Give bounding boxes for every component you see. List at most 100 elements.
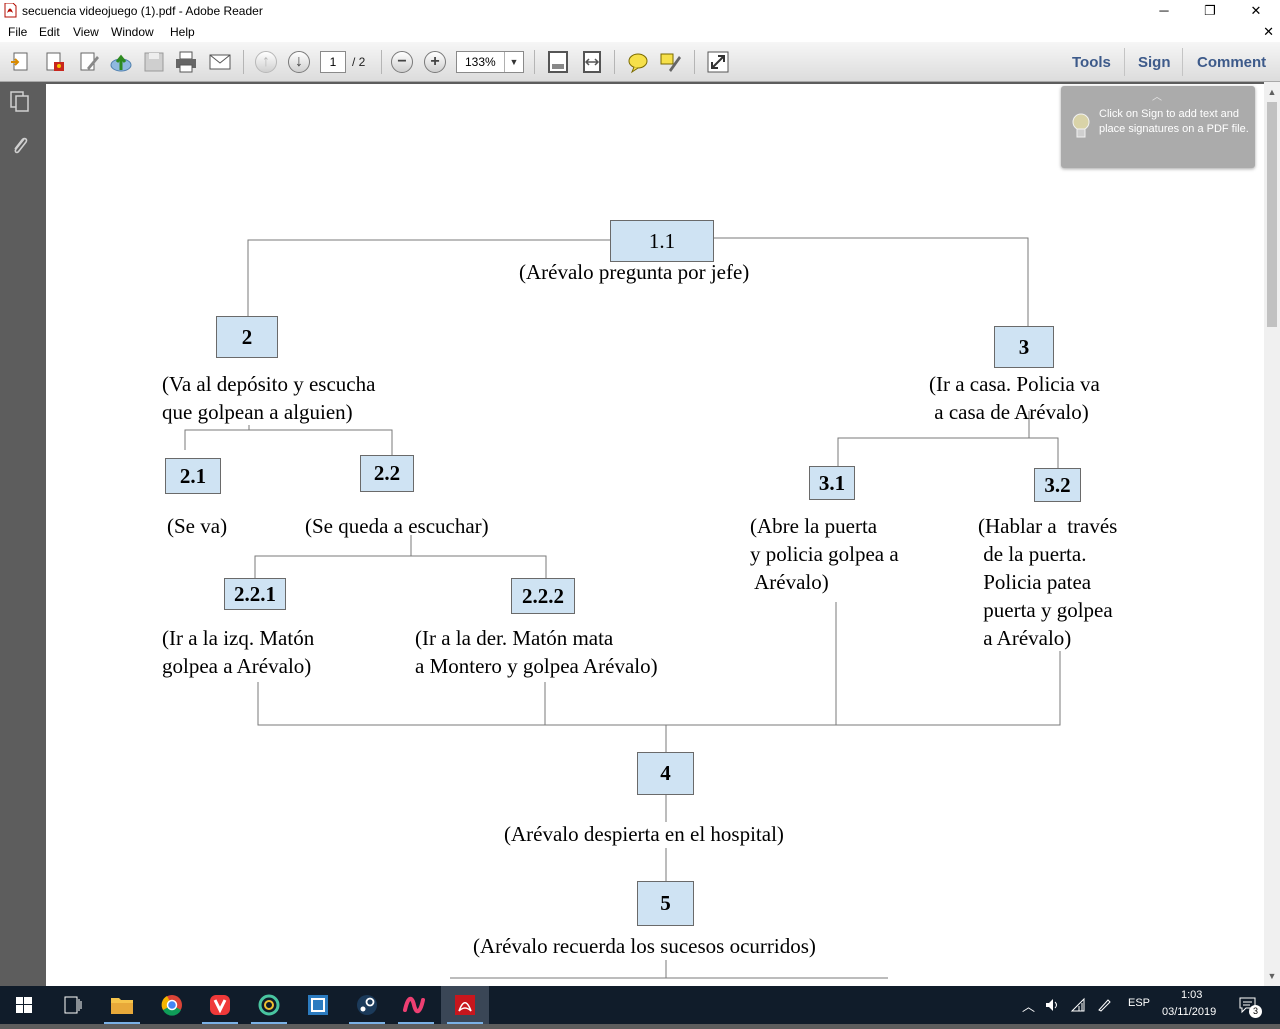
email-icon[interactable]: [208, 50, 232, 74]
connector-2.2-2.2.2: [411, 555, 547, 578]
save-icon[interactable]: [142, 50, 166, 74]
menu-edit[interactable]: Edit: [39, 25, 60, 39]
steam-icon[interactable]: [343, 986, 391, 1024]
fit-page-icon[interactable]: [546, 50, 570, 74]
notification-count-badge: 3: [1249, 1005, 1262, 1018]
fullscreen-icon[interactable]: [706, 50, 730, 74]
page-total: / 2: [352, 55, 366, 69]
wifi-icon[interactable]: [1070, 997, 1086, 1013]
node-3.1: 3.1: [809, 466, 855, 500]
toolbar: ↑ ↓ 1 / 2 − + 133% ▼ Tools Sign Comment: [0, 42, 1280, 82]
node-2: 2: [216, 316, 278, 358]
document-viewport[interactable]: 1.1 (Arévalo pregunta por jefe) 2 (Va al…: [40, 82, 1264, 986]
pdf-file-icon: [4, 3, 17, 18]
attachments-icon[interactable]: [9, 134, 31, 156]
pen-icon[interactable]: [1096, 997, 1112, 1013]
caption-2: (Va al depósito y escucha que golpean a …: [162, 372, 376, 424]
chrome-icon[interactable]: [148, 986, 196, 1024]
tools-link[interactable]: Tools: [1072, 54, 1111, 71]
connector-2-2.1: [184, 425, 250, 450]
minimize-button[interactable]: ─: [1141, 0, 1187, 22]
scrollbar-thumb[interactable]: [1267, 102, 1277, 327]
connector-3-3.2: [1029, 437, 1059, 468]
ring-app-icon[interactable]: [245, 986, 293, 1024]
node-5: 5: [637, 881, 694, 926]
previous-page-icon[interactable]: ↑: [255, 51, 277, 73]
node-1.1: 1.1: [610, 220, 714, 262]
close-button[interactable]: ✕: [1233, 0, 1279, 22]
close-document-button[interactable]: ✕: [1263, 24, 1274, 40]
menu-help[interactable]: Help: [170, 25, 195, 39]
vertical-scrollbar[interactable]: ▲ ▼: [1264, 82, 1280, 986]
clock-time[interactable]: 1:03: [1181, 989, 1202, 1001]
chevron-down-icon[interactable]: ▼: [504, 52, 523, 72]
sign-tip-popup: ︿ Click on Sign to add text and place si…: [1061, 86, 1255, 168]
upload-icon[interactable]: [109, 50, 133, 74]
comment-link[interactable]: Comment: [1197, 54, 1266, 71]
caption-3: (Ir a casa. Policia va a casa de Arévalo…: [929, 372, 1100, 424]
zoom-value: 133%: [465, 55, 496, 69]
toolbar-separator: [243, 50, 244, 74]
chevron-up-icon[interactable]: ︿: [1022, 996, 1035, 1015]
next-page-icon[interactable]: ↓: [288, 51, 310, 73]
node-2.1: 2.1: [165, 458, 221, 494]
caption-2.2.1: (Ir a la izq. Matón golpea a Arévalo): [162, 626, 315, 678]
caption-2.2.2: (Ir a la der. Matón mata a Montero y gol…: [415, 626, 658, 678]
page-number-input[interactable]: 1: [320, 51, 346, 73]
task-view-icon[interactable]: [48, 986, 96, 1024]
wave-app-icon[interactable]: [392, 986, 440, 1024]
restore-button[interactable]: ❐: [1187, 0, 1233, 22]
caption-2.2: (Se queda a escuchar): [305, 514, 489, 538]
node-2.2.2: 2.2.2: [511, 578, 575, 614]
vivaldi-icon[interactable]: [196, 986, 244, 1024]
menu-view[interactable]: View: [73, 25, 99, 39]
connector-2.2-2.2.1: [254, 535, 412, 578]
caption-3.1: (Abre la puerta y policia golpea a Aréva…: [750, 514, 899, 594]
windows-start-icon[interactable]: [0, 986, 48, 1024]
connector-5-continues: [450, 960, 888, 979]
caption-3.2: (Hablar a través de la puerta. Policia p…: [978, 514, 1118, 650]
node-3: 3: [994, 326, 1054, 368]
toolbar-separator: [1182, 48, 1183, 76]
volume-icon[interactable]: [1044, 997, 1060, 1013]
zoom-in-icon[interactable]: +: [424, 51, 446, 73]
zoom-select[interactable]: 133% ▼: [456, 51, 524, 73]
print-icon[interactable]: [174, 50, 198, 74]
square-app-icon[interactable]: [294, 986, 342, 1024]
adobe-reader-icon[interactable]: [441, 986, 489, 1024]
connector-1.1-3: [714, 237, 1029, 326]
node-2.2: 2.2: [360, 455, 414, 492]
scroll-up-icon[interactable]: ▲: [1264, 84, 1280, 100]
node-4: 4: [637, 752, 694, 795]
toolbar-separator: [381, 50, 382, 74]
edit-icon[interactable]: [77, 50, 101, 74]
caption-1.1: (Arévalo pregunta por jefe): [519, 260, 750, 284]
menu-window[interactable]: Window: [111, 25, 154, 39]
clock-date[interactable]: 03/11/2019: [1162, 1006, 1216, 1018]
windows-taskbar: ︿ ESP 1:03 03/11/2019 3: [0, 986, 1280, 1024]
fit-width-icon[interactable]: [580, 50, 604, 74]
menu-file[interactable]: File: [8, 25, 27, 39]
title-bar: secuencia videojuego (1).pdf - Adobe Rea…: [0, 0, 1280, 22]
navigation-pane: [0, 82, 40, 986]
connector-merge-4: [257, 651, 1061, 726]
file-explorer-icon[interactable]: [98, 986, 146, 1024]
highlight-icon[interactable]: [659, 50, 683, 74]
lightbulb-icon: [1072, 113, 1090, 138]
page-thumbnails-icon[interactable]: [9, 90, 31, 112]
caption-4: (Arévalo despierta en el hospital): [504, 822, 784, 846]
sign-link[interactable]: Sign: [1138, 54, 1171, 71]
window-title: secuencia videojuego (1).pdf - Adobe Rea…: [22, 4, 263, 18]
sticky-note-icon[interactable]: [626, 50, 650, 74]
zoom-out-icon[interactable]: −: [391, 51, 413, 73]
toolbar-separator: [694, 50, 695, 74]
scroll-down-icon[interactable]: ▼: [1264, 968, 1280, 984]
language-indicator[interactable]: ESP: [1128, 997, 1150, 1009]
export-pdf-icon[interactable]: [43, 50, 67, 74]
tip-text: Click on Sign to add text and place sign…: [1099, 108, 1249, 135]
node-2.2.1: 2.2.1: [224, 578, 286, 610]
create-pdf-icon[interactable]: [9, 50, 33, 74]
toolbar-separator: [534, 50, 535, 74]
menu-bar: File Edit View Window Help ✕: [0, 22, 1280, 42]
chevron-up-icon[interactable]: ︿: [1152, 88, 1162, 103]
